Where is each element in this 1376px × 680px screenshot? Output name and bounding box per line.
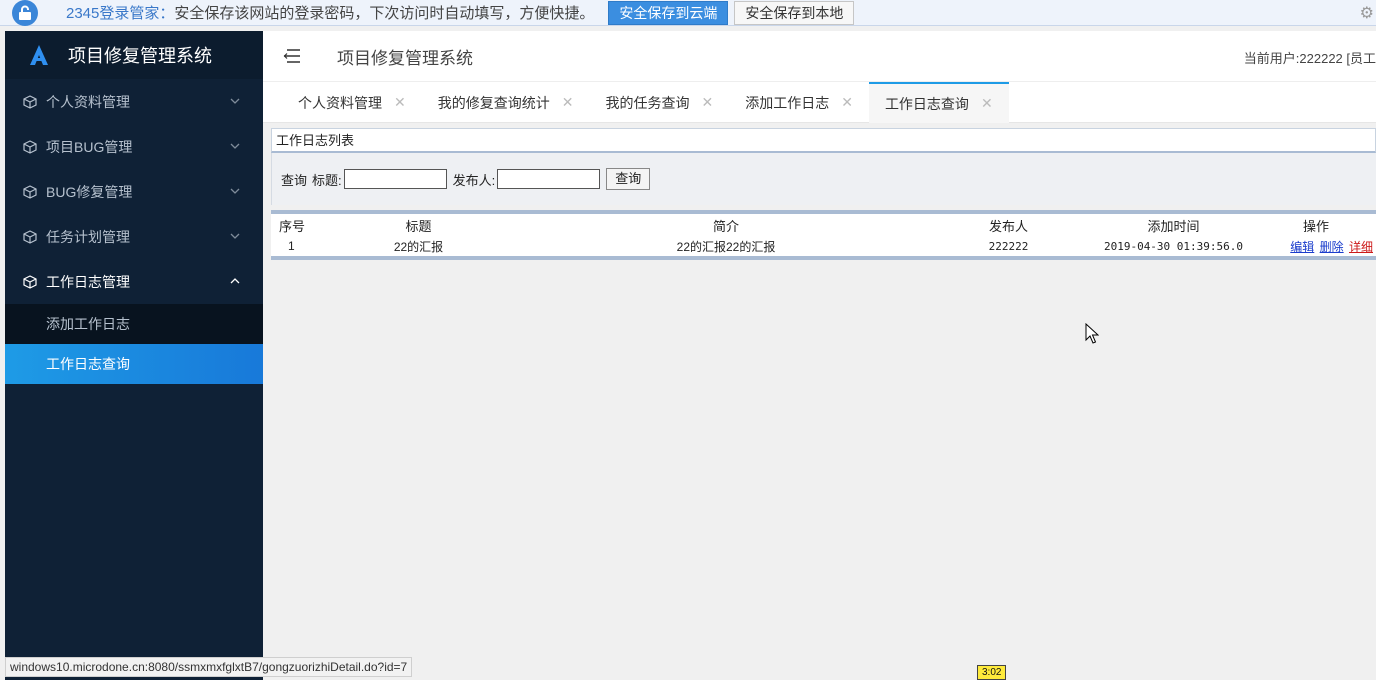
pw-brand: 2345登录管家： (66, 5, 175, 22)
cube-icon (23, 274, 37, 289)
title-label: 标题: (312, 172, 342, 188)
col-ops: 操作 (1256, 214, 1376, 236)
tab-add-log[interactable]: 添加工作日志 ✕ (729, 82, 869, 123)
tab-fix-stats[interactable]: 我的修复查询统计 ✕ (422, 82, 590, 123)
sidebar-subitem-query-log[interactable]: 工作日志查询 (5, 344, 263, 384)
cube-icon (23, 229, 37, 244)
sidebar-item-label: 项目BUG管理 (46, 138, 133, 155)
menu-toggle-icon[interactable] (283, 49, 301, 63)
col-time: 添加时间 (1091, 214, 1256, 236)
delete-link[interactable]: 删除 (1320, 240, 1344, 254)
cell-index: 1 (288, 239, 295, 253)
sidebar-item-label: 任务计划管理 (46, 228, 130, 245)
close-icon[interactable]: ✕ (981, 95, 993, 112)
main-content: 工作日志列表 查询 标题: 发布人: 查询 序号 标题 简介 发布人 添加时间 … (271, 128, 1376, 260)
cell-time: 2019-04-30 01:39:56.0 (1103, 239, 1244, 253)
logo-icon (30, 45, 48, 65)
save-to-cloud-button[interactable]: 安全保存到云端 (608, 0, 729, 25)
mouse-cursor-icon (1085, 323, 1099, 344)
sidebar-item-bug-fix[interactable]: BUG修复管理 (5, 169, 263, 214)
tab-query-log[interactable]: 工作日志查询 ✕ (868, 82, 1009, 123)
pw-message: 安全保存该网站的登录密码，下次访问时自动填写，方便快捷。 (174, 5, 595, 22)
cube-icon (23, 139, 37, 154)
tab-my-tasks[interactable]: 我的任务查询 ✕ (589, 82, 729, 123)
search-prefix: 查询 (281, 172, 308, 188)
cell-publisher: 222222 (988, 239, 1029, 253)
save-to-local-button[interactable]: 安全保存到本地 (734, 0, 855, 25)
chevron-up-icon (230, 278, 240, 284)
close-icon[interactable]: ✕ (562, 94, 574, 111)
table-row: 1 22的汇报 22的汇报22的汇报 222222 2019-04-30 01:… (271, 236, 1376, 256)
tab-label: 添加工作日志 (745, 94, 830, 111)
chevron-down-icon (230, 233, 240, 239)
header-title: 项目修复管理系统 (337, 48, 473, 68)
publisher-label: 发布人: (452, 172, 496, 188)
tab-label: 我的任务查询 (605, 94, 690, 111)
col-title: 标题 (311, 214, 526, 236)
panel-title: 工作日志列表 (271, 128, 1376, 153)
title-input[interactable] (343, 169, 447, 189)
sidebar-item-project-bug[interactable]: 项目BUG管理 (5, 124, 263, 169)
detail-link[interactable]: 详细 (1349, 240, 1373, 254)
sidebar: 项目修复管理系统 个人资料管理 项目BUG管理 BUG修复管理 任务计划管理 工… (5, 31, 263, 680)
col-publisher: 发布人 (926, 214, 1091, 236)
col-index: 序号 (271, 214, 311, 236)
time-badge: 3:02 (977, 665, 1007, 680)
tab-label: 个人资料管理 (298, 94, 382, 111)
close-icon[interactable]: ✕ (841, 94, 853, 111)
col-summary: 简介 (526, 214, 926, 236)
current-user: 当前用户:222222 [员工 (1243, 51, 1376, 66)
cell-ops: 编辑 删除 详细 (1256, 236, 1376, 256)
password-manager-bar: 2345登录管家： 安全保存该网站的登录密码，下次访问时自动填写，方便快捷。 安… (0, 0, 1376, 26)
sidebar-item-label: 个人资料管理 (46, 93, 130, 110)
sidebar-subitem-add-log[interactable]: 添加工作日志 (5, 304, 263, 344)
tab-label: 工作日志查询 (884, 95, 969, 112)
log-table-wrap: 序号 标题 简介 发布人 添加时间 操作 1 22的汇报 22的汇报22的汇报 … (271, 210, 1376, 260)
table-header-row: 序号 标题 简介 发布人 添加时间 操作 (271, 214, 1376, 236)
sidebar-logo: 项目修复管理系统 (5, 31, 263, 79)
chevron-down-icon (230, 143, 240, 149)
sidebar-item-work-log[interactable]: 工作日志管理 (5, 259, 263, 304)
sidebar-item-label: BUG修复管理 (46, 183, 133, 200)
publisher-input[interactable] (497, 169, 601, 189)
sidebar-title: 项目修复管理系统 (68, 46, 212, 66)
edit-link[interactable]: 编辑 (1290, 240, 1314, 254)
sidebar-submenu: 添加工作日志 工作日志查询 (5, 304, 263, 384)
gear-icon[interactable]: ⚙ (1360, 3, 1374, 23)
close-icon[interactable]: ✕ (701, 94, 713, 111)
close-icon[interactable]: ✕ (394, 94, 406, 111)
query-button[interactable]: 查询 (606, 168, 651, 190)
chevron-down-icon (230, 98, 240, 104)
lock-icon (12, 0, 38, 26)
sidebar-item-profile[interactable]: 个人资料管理 (5, 79, 263, 124)
cell-summary: 22的汇报22的汇报 (676, 239, 776, 254)
cube-icon (23, 184, 37, 199)
log-table: 序号 标题 简介 发布人 添加时间 操作 1 22的汇报 22的汇报22的汇报 … (271, 214, 1376, 256)
tab-bar: 个人资料管理 ✕ 我的修复查询统计 ✕ 我的任务查询 ✕ 添加工作日志 ✕ 工作… (263, 81, 1376, 123)
tab-profile[interactable]: 个人资料管理 ✕ (282, 82, 422, 123)
sidebar-item-label: 工作日志管理 (46, 273, 130, 290)
cube-icon (23, 94, 37, 109)
chevron-down-icon (230, 188, 240, 194)
status-url: windows10.microdone.cn:8080/ssmxmxfglxtB… (5, 657, 413, 677)
top-header: 项目修复管理系统 当前用户:222222 [员工 (263, 31, 1376, 81)
sidebar-item-task-plan[interactable]: 任务计划管理 (5, 214, 263, 259)
tab-label: 我的修复查询统计 (437, 94, 550, 111)
cell-title: 22的汇报 (393, 239, 444, 254)
search-bar: 查询 标题: 发布人: 查询 (271, 153, 1376, 205)
